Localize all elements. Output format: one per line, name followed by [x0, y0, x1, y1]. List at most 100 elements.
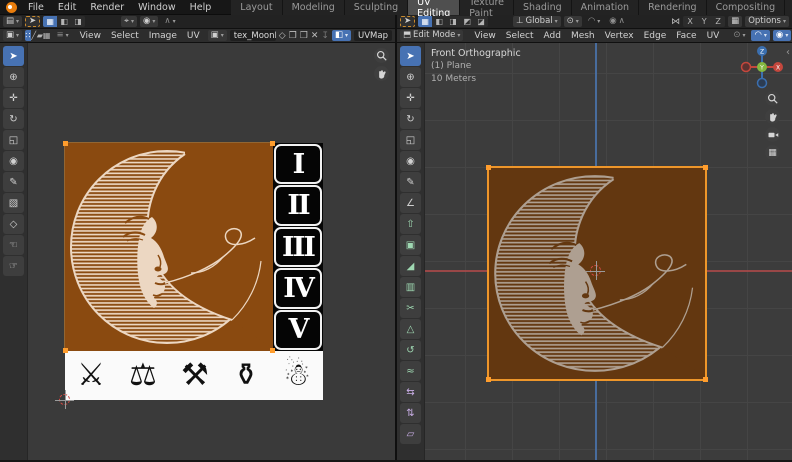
- toggle-4[interactable]: ◩: [460, 16, 474, 27]
- 3d-cursor[interactable]: [586, 261, 605, 280]
- uv-falloff-button[interactable]: ∧ ▾: [161, 16, 178, 27]
- transform-tool[interactable]: ◉: [400, 151, 421, 171]
- uv-proportional-button[interactable]: ◉ ▾: [139, 16, 159, 27]
- annotate-tool[interactable]: ✎: [400, 172, 421, 192]
- toggle-3[interactable]: ◨: [446, 16, 460, 27]
- app-menu-item[interactable]: Help: [184, 2, 218, 13]
- zoom-icon[interactable]: [374, 48, 389, 63]
- workspace-tab[interactable]: Modeling: [282, 0, 345, 15]
- select-box-tool[interactable]: ➤: [400, 46, 421, 66]
- workspace-tab[interactable]: Animation: [571, 0, 640, 15]
- uv-vertex[interactable]: [63, 141, 68, 146]
- sidebar-toggle-arrow[interactable]: ‹: [786, 47, 790, 58]
- unlink-icon[interactable]: ✕: [311, 31, 319, 41]
- rotate-tool[interactable]: ↻: [400, 109, 421, 129]
- image-name-field[interactable]: tex_MoonFace_x.psd: [229, 30, 276, 41]
- active-tool-button[interactable]: ➤: [400, 16, 416, 27]
- uv-vertex[interactable]: [270, 348, 275, 353]
- shield-icon[interactable]: ◇: [279, 31, 286, 41]
- move-tool[interactable]: ✛: [400, 88, 421, 108]
- menu-item[interactable]: Edge: [639, 31, 672, 41]
- select-box-tool[interactable]: ➤: [3, 46, 24, 66]
- rip-region-tool[interactable]: ▧: [3, 193, 24, 213]
- menu-item[interactable]: Select: [501, 31, 539, 41]
- inset-faces-tool[interactable]: ▣: [400, 235, 421, 255]
- knife-tool[interactable]: ✂: [400, 298, 421, 318]
- menu-item[interactable]: Add: [539, 31, 566, 41]
- pivot-point-button[interactable]: ⊙ ▾: [730, 30, 748, 41]
- snap-button[interactable]: ◠ ▾: [751, 30, 770, 41]
- extrude-region-tool[interactable]: ⇧: [400, 214, 421, 234]
- mesh-vertex[interactable]: [703, 165, 708, 170]
- spin-tool[interactable]: ↺: [400, 340, 421, 360]
- mirror-axis-button[interactable]: Y: [697, 16, 711, 27]
- options-dropdown[interactable]: Options ▾: [745, 16, 789, 27]
- uv-canvas[interactable]: I II III IV V ⚔ ⚖ ⚒ ⚱ ☃: [28, 43, 395, 460]
- app-menu-item[interactable]: Render: [84, 2, 130, 13]
- mirror-axis-button[interactable]: Z: [711, 16, 725, 27]
- pivot-point-button[interactable]: ⊙ ▾: [563, 16, 582, 27]
- uv-vertex[interactable]: [270, 141, 275, 146]
- measure-tool[interactable]: ∠: [400, 193, 421, 213]
- shear-tool[interactable]: ▱: [400, 424, 421, 444]
- toggle-2[interactable]: ◧: [57, 16, 71, 27]
- zoom-icon[interactable]: [765, 91, 780, 106]
- menu-item[interactable]: View: [469, 31, 500, 41]
- menu-item[interactable]: Image: [144, 31, 182, 41]
- menu-item[interactable]: UV: [182, 31, 205, 41]
- smooth-tool[interactable]: ≈: [400, 361, 421, 381]
- pin-icon[interactable]: ↧: [321, 31, 329, 41]
- toggle-5[interactable]: ◪: [474, 16, 488, 27]
- camera-view-icon[interactable]: [765, 127, 780, 142]
- menu-item[interactable]: UV: [702, 31, 725, 41]
- uv-2d-cursor[interactable]: [55, 390, 74, 409]
- brush-datablock-button[interactable]: ▤ ▾: [3, 16, 23, 27]
- workspace-tab[interactable]: Rendering: [639, 0, 707, 15]
- pan-hand-icon[interactable]: [374, 66, 389, 81]
- annotate-tool[interactable]: ✎: [3, 172, 24, 192]
- toggle-3[interactable]: ◨: [71, 16, 85, 27]
- sticky-selection-dropdown[interactable]: ≡ ▾: [53, 30, 71, 41]
- mesh-vertex[interactable]: [486, 165, 491, 170]
- uv-map-field[interactable]: UVMap: [354, 30, 392, 41]
- workspace-tab[interactable]: UV Editing: [408, 0, 461, 19]
- workspace-tab[interactable]: Sculpting: [344, 0, 409, 15]
- app-menu-item[interactable]: Window: [132, 2, 181, 13]
- overlays-button[interactable]: ◉ ▾: [772, 30, 792, 41]
- transform-orientation-dropdown[interactable]: ⊥ Global ▾: [513, 16, 561, 27]
- workspace-tab[interactable]: Shading: [514, 0, 572, 15]
- uv-vertex[interactable]: [63, 348, 68, 353]
- rotate-tool[interactable]: ↻: [3, 109, 24, 129]
- scale-tool[interactable]: ◱: [400, 130, 421, 150]
- app-menu-item[interactable]: Edit: [52, 2, 82, 13]
- pinch-tool[interactable]: ☞: [3, 256, 24, 276]
- proportional-button[interactable]: ◉ ∧: [606, 16, 628, 27]
- snap-magnet-button[interactable]: ◠ ▾: [585, 16, 603, 27]
- scale-tool[interactable]: ◱: [3, 130, 24, 150]
- image-browse-button[interactable]: ▣ ▾: [207, 30, 227, 41]
- snap-grid-button[interactable]: ▦: [728, 16, 743, 27]
- workspace-tab[interactable]: Compositing: [706, 0, 786, 15]
- uv-snap-button[interactable]: ⌖ ▾: [121, 16, 137, 27]
- active-tool-button[interactable]: ➤: [25, 16, 41, 27]
- move-tool[interactable]: ✛: [3, 88, 24, 108]
- loop-cut-tool[interactable]: ▥: [400, 277, 421, 297]
- app-menu-item[interactable]: File: [22, 2, 50, 13]
- workspace-tab[interactable]: Layout: [231, 0, 283, 15]
- mode-dropdown[interactable]: ⬒ Edit Mode ▾: [400, 30, 464, 41]
- menu-item[interactable]: View: [75, 31, 106, 41]
- navigation-gizmo[interactable]: X Z Y: [740, 45, 784, 89]
- mesh-vertex[interactable]: [486, 377, 491, 382]
- transform-tool[interactable]: ◉: [3, 151, 24, 171]
- mesh-vertex[interactable]: [703, 377, 708, 382]
- workspace-tab[interactable]: Geometry Nodes: [785, 0, 792, 15]
- mirror-axis-button[interactable]: X: [683, 16, 697, 27]
- display-channels-button[interactable]: ◧ ▾: [331, 30, 352, 41]
- menu-item[interactable]: Mesh: [566, 31, 600, 41]
- toggle-1[interactable]: ▦: [418, 16, 433, 27]
- cursor-tool[interactable]: ⊕: [3, 67, 24, 87]
- toggle-1[interactable]: ▦: [43, 16, 58, 27]
- duplicate-icon[interactable]: ❐: [289, 31, 297, 41]
- menu-item[interactable]: Select: [106, 31, 144, 41]
- editor-type-button[interactable]: ▣ ▾: [3, 30, 23, 41]
